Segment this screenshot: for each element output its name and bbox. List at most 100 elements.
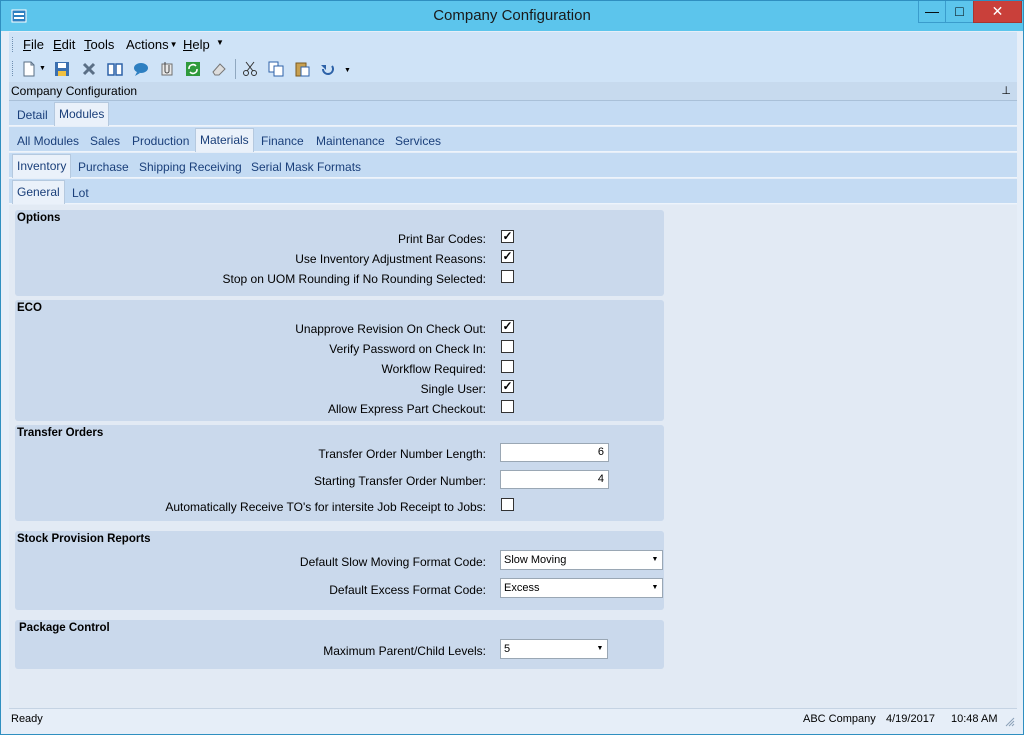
refresh-icon[interactable] <box>185 61 201 77</box>
label-starting-transfer-order-number: Starting Transfer Order Number: <box>313 474 486 488</box>
tab-lot[interactable]: Lot <box>68 183 93 203</box>
tab-services[interactable]: Services <box>391 131 445 151</box>
menu-file[interactable]: File <box>23 37 44 52</box>
tab-purchase[interactable]: Purchase <box>74 157 133 177</box>
chevron-down-icon[interactable]: ▼ <box>648 551 662 569</box>
menu-bar: File Edit Tools Actions▼ Help ▼ <box>9 32 1017 56</box>
tab-modules[interactable]: Modules <box>54 102 110 126</box>
menu-tools[interactable]: Tools <box>84 37 114 52</box>
tab-serial-mask-formats[interactable]: Serial Mask Formats <box>247 157 365 177</box>
close-button[interactable]: ✕ <box>973 1 1022 23</box>
window-title: Company Configuration <box>433 7 591 24</box>
title-bar[interactable]: Company Configuration — □ ✕ <box>1 1 1023 31</box>
checkbox-verify-password[interactable] <box>501 340 514 353</box>
pane-header: Company Configuration ⊥ <box>9 82 1017 101</box>
tab-maintenance[interactable]: Maintenance <box>312 131 389 151</box>
menu-file-accel: F <box>23 37 31 52</box>
menubar-grip[interactable] <box>12 37 16 52</box>
app-window: Company Configuration — □ ✕ File Edit To… <box>0 0 1024 735</box>
cut-icon[interactable] <box>242 61 258 77</box>
status-company: ABC Company <box>803 713 876 725</box>
tabs-level3: Inventory Purchase Shipping Receiving Se… <box>9 153 1017 178</box>
book-icon[interactable] <box>107 61 123 77</box>
tab-detail[interactable]: Detail <box>13 105 52 125</box>
group-title: Package Control <box>19 622 110 634</box>
toolbar-grip[interactable] <box>12 61 16 76</box>
label-unapprove-revision: Unapprove Revision On Check Out: <box>295 322 486 336</box>
group-stock-provision-reports: Stock Provision Reports Default Slow Mov… <box>15 531 664 610</box>
input-transfer-order-number-length[interactable]: 6 <box>500 443 609 462</box>
select-maximum-parent-child-levels[interactable]: 5 ▼ <box>500 639 608 659</box>
menu-help-accel: H <box>183 37 193 52</box>
tab-general[interactable]: General <box>12 180 65 204</box>
content-area: Options Print Bar Codes: ✓ Use Inventory… <box>9 205 1017 708</box>
chevron-down-icon[interactable]: ▼ <box>648 579 662 597</box>
select-default-excess-format-code[interactable]: Excess ▼ <box>500 578 663 598</box>
group-package-control: Package Control Maximum Parent/Child Lev… <box>15 620 664 669</box>
checkbox-workflow-required[interactable] <box>501 360 514 373</box>
select-value: 5 <box>504 643 511 655</box>
tab-materials[interactable]: Materials <box>195 128 254 152</box>
tab-finance[interactable]: Finance <box>257 131 308 151</box>
menu-actions[interactable]: Actions▼ <box>126 37 178 52</box>
undo-icon[interactable] <box>320 61 336 77</box>
pane-title: Company Configuration <box>11 84 138 98</box>
new-dropdown-icon[interactable]: ▼ <box>39 65 55 81</box>
label-allow-express-part-checkout: Allow Express Part Checkout: <box>327 402 486 416</box>
checkbox-unapprove-revision[interactable]: ✓ <box>501 320 514 333</box>
tab-all-modules[interactable]: All Modules <box>13 131 83 151</box>
tab-production[interactable]: Production <box>128 131 193 151</box>
label-default-excess-format-code: Default Excess Format Code: <box>329 583 486 597</box>
eraser-icon[interactable] <box>211 61 227 77</box>
tabs-level1: Detail Modules <box>9 101 1017 126</box>
maximize-button[interactable]: □ <box>945 1 974 23</box>
tab-shipping-receiving[interactable]: Shipping Receiving <box>135 157 246 177</box>
status-bar: Ready ABC Company 4/19/2017 10:48 AM <box>9 708 1017 729</box>
menu-actions-label: Actions <box>126 37 169 52</box>
group-options: Options Print Bar Codes: ✓ Use Inventory… <box>15 210 664 296</box>
label-use-inventory-adjustment-reasons: Use Inventory Adjustment Reasons: <box>295 252 486 266</box>
toolbar-overflow-icon[interactable]: ▼ <box>344 67 360 83</box>
label-stop-on-uom-rounding: Stop on UOM Rounding if No Rounding Sele… <box>222 272 487 286</box>
checkbox-auto-receive-to[interactable] <box>501 498 514 511</box>
toolbar: ▼ ▼ <box>9 56 1017 82</box>
tabs-level4: General Lot <box>9 179 1017 204</box>
menu-edit[interactable]: Edit <box>53 37 75 52</box>
checkbox-single-user[interactable]: ✓ <box>501 380 514 393</box>
minimize-button[interactable]: — <box>918 1 946 23</box>
copy-icon[interactable] <box>268 61 284 77</box>
delete-icon[interactable] <box>81 61 97 77</box>
checkbox-stop-on-uom-rounding[interactable] <box>501 270 514 283</box>
save-icon[interactable] <box>54 61 70 77</box>
checkbox-print-bar-codes[interactable]: ✓ <box>501 230 514 243</box>
menu-file-label: ile <box>30 37 44 52</box>
label-default-slow-moving-format-code: Default Slow Moving Format Code: <box>299 555 486 569</box>
chevron-down-icon[interactable]: ▼ <box>593 640 607 658</box>
select-value: Excess <box>504 582 540 594</box>
status-state: Ready <box>11 713 43 725</box>
label-workflow-required: Workflow Required: <box>381 362 486 376</box>
tab-sales[interactable]: Sales <box>86 131 124 151</box>
select-default-slow-moving-format-code[interactable]: Slow Moving ▼ <box>500 550 663 570</box>
label-transfer-order-number-length: Transfer Order Number Length: <box>318 447 486 461</box>
select-value: Slow Moving <box>504 554 567 566</box>
checkbox-allow-express-part-checkout[interactable] <box>501 400 514 413</box>
group-eco: ECO Unapprove Revision On Check Out: ✓ V… <box>15 300 664 421</box>
label-single-user: Single User: <box>420 382 486 396</box>
resize-grip-icon[interactable] <box>1005 717 1015 727</box>
label-auto-receive-to: Automatically Receive TO's for intersite… <box>165 500 486 514</box>
input-starting-transfer-order-number[interactable]: 4 <box>500 470 609 489</box>
menu-help[interactable]: Help <box>183 37 210 52</box>
new-icon[interactable] <box>21 61 37 77</box>
chat-icon[interactable] <box>133 61 149 77</box>
menu-overflow-icon[interactable]: ▼ <box>216 38 224 47</box>
pin-icon[interactable]: ⊥ <box>1001 84 1011 97</box>
paste-icon[interactable] <box>294 61 310 77</box>
group-title: Stock Provision Reports <box>17 533 151 545</box>
group-title: ECO <box>17 302 42 314</box>
menu-tools-label: ools <box>90 37 115 52</box>
tab-inventory[interactable]: Inventory <box>12 154 72 178</box>
attach-icon[interactable] <box>159 61 175 77</box>
dropdown-arrow-icon: ▼ <box>169 40 178 49</box>
checkbox-use-inventory-adjustment-reasons[interactable]: ✓ <box>501 250 514 263</box>
